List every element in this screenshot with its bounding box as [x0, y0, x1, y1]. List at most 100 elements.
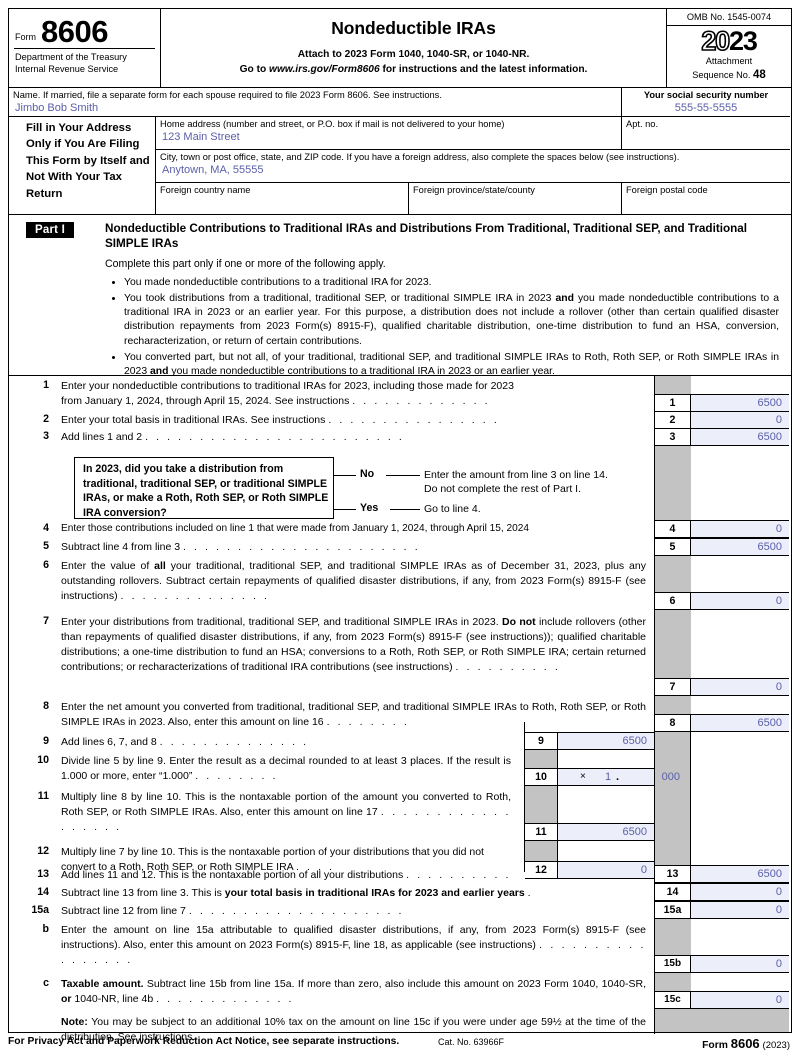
- no-instruction: Enter the amount from line 3 on line 14.…: [424, 468, 664, 497]
- line-8-text: Enter the net amount you converted from …: [61, 700, 646, 730]
- line-15a-label-box: 15a: [655, 901, 691, 919]
- yes-instruction: Go to line 4.: [424, 503, 481, 515]
- line-7-gray-spacer: [655, 610, 691, 678]
- form-label: Form: [15, 32, 36, 42]
- line-15c-text: Taxable amount. Subtract line 15b from l…: [61, 977, 646, 1007]
- attachment-seq-line: Sequence No. 48: [667, 68, 791, 82]
- line-8-amount[interactable]: 6500: [691, 714, 789, 732]
- foreign-province-cell[interactable]: Foreign province/state/county: [409, 183, 622, 215]
- tax-year-prefix: 20: [701, 26, 731, 56]
- no-instruction-line-1: Enter the amount from line 3 on line 14.: [424, 469, 608, 481]
- note-label: Note:: [61, 1016, 88, 1028]
- address-side-note: Fill in Your Address Only if You Are Fil…: [9, 117, 156, 215]
- line-15c-white-spacer: [691, 973, 789, 991]
- no-instruction-line-2: Do not complete the rest of Part I.: [424, 483, 581, 496]
- line-3-leader: . . . . . . . . . . . . . . . . . . . . …: [145, 431, 405, 443]
- ssn-cell[interactable]: Your social security number 555-55-5555: [622, 88, 790, 117]
- line-15c-text-bold: Taxable amount.: [61, 978, 144, 990]
- part-1-subtitle: Complete this part only if one or more o…: [105, 258, 386, 270]
- line-10-text-main: Divide line 5 by line 9. Enter the resul…: [61, 755, 511, 782]
- line-7-amount[interactable]: 0: [691, 678, 789, 696]
- line-9-leader: . . . . . . . . . . . . . .: [159, 736, 309, 748]
- line-2-amount[interactable]: 0: [691, 411, 789, 429]
- apt-cell[interactable]: Apt. no.: [622, 117, 790, 150]
- form-number: 8606: [41, 14, 108, 50]
- home-address-cell[interactable]: Home address (number and street, or P.O.…: [156, 117, 622, 150]
- line-15a-amount[interactable]: 0: [691, 901, 789, 919]
- line-11-gray-spacer: [525, 786, 558, 823]
- line-6-leader: . . . . . . . . . . . . . .: [120, 589, 270, 602]
- line-8-white-spacer: [691, 696, 789, 714]
- goto-line: Go to www.irs.gov/Form8606 for instructi…: [161, 63, 666, 78]
- part-1-title: Nondeductible Contributions to Tradition…: [105, 222, 747, 251]
- line-2-number: 2: [43, 413, 49, 425]
- line-6-white-spacer: [691, 556, 789, 592]
- line-6-amount[interactable]: 0: [691, 592, 789, 610]
- goto-prefix: Go to: [239, 63, 267, 75]
- line-15b-amount[interactable]: 0: [691, 955, 789, 973]
- line-11-amount[interactable]: 6500: [558, 823, 654, 841]
- footer-form-year: (2023): [762, 1040, 790, 1051]
- line-11-white-spacer: [558, 786, 654, 823]
- line-4-amount[interactable]: 0: [691, 520, 789, 538]
- line-9-amount[interactable]: 6500: [558, 732, 654, 750]
- line-5-amount[interactable]: 6500: [691, 538, 789, 556]
- ssn-label: Your social security number: [643, 90, 769, 100]
- line-15a-leader: . . . . . . . . . . . . . . . . . . . .: [188, 905, 404, 917]
- omb-number: OMB No. 1545-0074: [667, 9, 791, 26]
- department-line-2: Internal Revenue Service: [15, 63, 119, 74]
- line-6-text-all: all: [154, 560, 166, 572]
- line-13-amount[interactable]: 6500: [691, 865, 789, 883]
- line-3-amount[interactable]: 6500: [691, 428, 789, 446]
- line-2-text-main: Enter your total basis in traditional IR…: [61, 414, 326, 426]
- line-14-amount[interactable]: 0: [691, 883, 789, 901]
- bullet-item-2: You took distributions from a traditiona…: [124, 292, 779, 349]
- line-8-number: 8: [43, 700, 49, 712]
- line-9-label-box: 9: [525, 732, 558, 750]
- line-15b-text: Enter the amount on line 15a attributabl…: [61, 923, 646, 968]
- name-cell[interactable]: Name. If married, file a separate form f…: [9, 88, 622, 117]
- line-2-label-box: 2: [655, 411, 691, 429]
- line-15c-text-a: Subtract line 15b from line 15a. If more…: [143, 978, 646, 990]
- line-6-text: Enter the value of all your traditional,…: [61, 559, 646, 604]
- name-label: Name. If married, file a separate form f…: [13, 90, 442, 100]
- home-address-value: 123 Main Street: [162, 131, 240, 144]
- attach-line: Attach to 2023 Form 1040, 1040-SR, or 10…: [297, 49, 530, 60]
- foreign-postal-value: [622, 196, 790, 197]
- line-15c-amount[interactable]: 0: [691, 991, 789, 1009]
- foreign-postal-cell[interactable]: Foreign postal code: [622, 183, 790, 215]
- line-7-number: 7: [43, 615, 49, 627]
- line-3-number: 3: [43, 430, 49, 442]
- city-cell[interactable]: City, town or post office, state, and ZI…: [156, 150, 790, 183]
- bullet-item-1: You made nondeductible contributions to …: [124, 276, 779, 290]
- foreign-country-cell[interactable]: Foreign country name: [156, 183, 409, 215]
- line-6-label-box: 6: [655, 592, 691, 610]
- goto-url[interactable]: www.irs.gov/Form8606: [269, 64, 380, 75]
- attachment-seq-label: Sequence No.: [692, 69, 751, 80]
- line-13-label-box: 13: [655, 865, 691, 883]
- decision-white-spacer: [691, 446, 789, 520]
- form-header: Form 8606 Department of the Treasury Int…: [8, 8, 792, 88]
- department-line-1: Department of the Treasury: [15, 52, 127, 62]
- line-1-amount[interactable]: 6500: [691, 394, 789, 412]
- part-1-header: Part I Nondeductible Contributions to Tr…: [8, 215, 792, 377]
- tax-year: 2023: [667, 26, 791, 56]
- line-2-leader: . . . . . . . . . . . . . . . .: [328, 414, 500, 426]
- line-12-number: 12: [37, 845, 49, 857]
- yes-connector-left: [334, 509, 356, 511]
- line-11-text: Multiply line 8 by line 10. This is the …: [61, 790, 511, 835]
- line-5-text-main: Subtract line 4 from line 3: [61, 541, 181, 553]
- line-14-number: 14: [37, 886, 49, 898]
- line-15b-gray-spacer: [655, 919, 691, 955]
- line-7-leader: . . . . . . . . . .: [455, 660, 561, 673]
- goto-suffix: for instructions and the latest informat…: [382, 63, 588, 75]
- bullet-2-and: and: [555, 293, 574, 305]
- line-7-text-donot: Do not: [502, 616, 536, 628]
- foreign-postal-label: Foreign postal code: [626, 185, 708, 195]
- line-1-number: 1: [43, 379, 49, 391]
- line-10-text: Divide line 5 by line 9. Enter the resul…: [61, 754, 511, 784]
- line-14-text-bold: your total basis in traditional IRAs for…: [224, 887, 525, 899]
- distribution-question-text: In 2023, did you take a distribution fro…: [83, 463, 329, 519]
- line-10-decimal-field[interactable]: × 1 . 000: [558, 768, 680, 786]
- line-4-text: Enter those contributions included on li…: [61, 523, 529, 534]
